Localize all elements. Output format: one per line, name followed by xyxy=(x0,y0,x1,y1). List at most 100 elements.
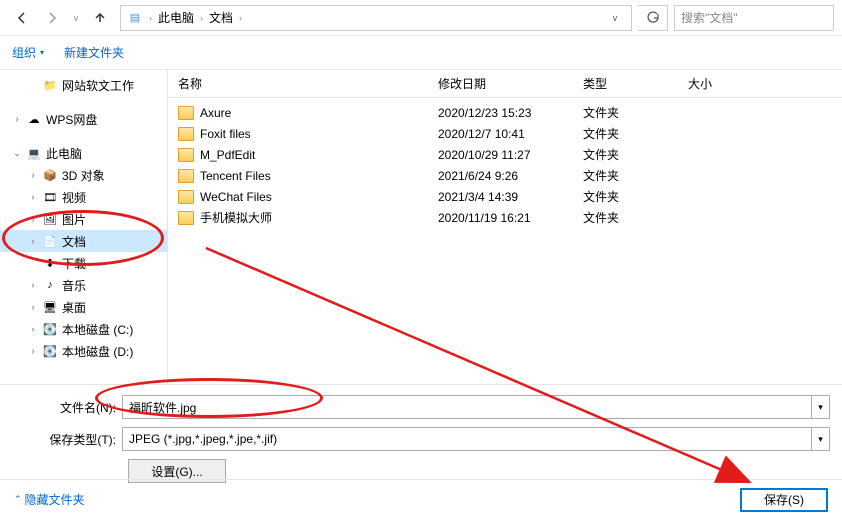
file-date: 2020/12/7 10:41 xyxy=(438,127,583,141)
expand-icon[interactable]: › xyxy=(28,302,38,312)
up-button[interactable] xyxy=(86,4,114,32)
download-icon: ⬇ xyxy=(42,256,58,270)
sidebar-item-4[interactable]: ›🎞视频 xyxy=(0,186,167,208)
expand-icon[interactable]: › xyxy=(28,346,38,356)
sidebar-item-label: 本地磁盘 (D:) xyxy=(62,343,133,360)
filename-dropdown[interactable]: ▾ xyxy=(812,395,830,419)
folder-icon xyxy=(178,190,194,204)
dialog-footer: ⌃ 隐藏文件夹 保存(S) xyxy=(0,479,842,519)
filetype-label: 保存类型(T): xyxy=(12,431,122,448)
sidebar-item-1[interactable]: ›☁WPS网盘 xyxy=(0,108,167,130)
sidebar-item-11[interactable]: › 💽 本地磁盘 (D:) xyxy=(0,340,167,362)
column-headers: 名称 修改日期 类型 大小 xyxy=(168,70,842,98)
chevron-right-icon: › xyxy=(239,13,242,23)
chevron-up-icon: ⌃ xyxy=(14,494,22,505)
sidebar-item-2[interactable]: ⌄💻此电脑 xyxy=(0,142,167,164)
command-bar: 组织 ▾ 新建文件夹 xyxy=(0,36,842,70)
doc-icon: 📄 xyxy=(42,234,58,248)
file-name: WeChat Files xyxy=(200,190,272,204)
file-type: 文件夹 xyxy=(583,104,688,121)
3d-icon: 📦 xyxy=(42,168,58,182)
refresh-button[interactable] xyxy=(638,5,668,31)
content-pane: 名称 修改日期 类型 大小 Axure2020/12/23 15:23文件夹Fo… xyxy=(168,70,842,384)
recent-dropdown[interactable]: v xyxy=(68,4,84,32)
sidebar-item-0[interactable]: 📁网站软文工作 xyxy=(0,74,167,96)
header-type[interactable]: 类型 xyxy=(583,75,688,92)
filename-input[interactable] xyxy=(122,395,812,419)
music-icon: ♪ xyxy=(42,278,58,292)
organize-menu[interactable]: 组织 ▾ xyxy=(12,44,44,61)
back-button[interactable] xyxy=(8,4,36,32)
expand-icon[interactable]: › xyxy=(12,114,22,124)
new-folder-button[interactable]: 新建文件夹 xyxy=(64,44,124,61)
expand-icon[interactable]: ⌄ xyxy=(12,148,22,158)
expand-icon[interactable]: › xyxy=(28,192,38,202)
file-type: 文件夹 xyxy=(583,188,688,205)
file-type: 文件夹 xyxy=(583,125,688,142)
file-date: 2020/12/23 15:23 xyxy=(438,106,583,120)
file-row[interactable]: M_PdfEdit 2020/10/29 11:27文件夹 xyxy=(168,144,842,165)
file-row[interactable]: Foxit files 2020/12/7 10:41文件夹 xyxy=(168,123,842,144)
forward-button[interactable] xyxy=(38,4,66,32)
search-input[interactable]: 搜索"文档" xyxy=(674,5,834,31)
sidebar-item-3[interactable]: ›📦3D 对象 xyxy=(0,164,167,186)
address-bar[interactable]: ▤ › 此电脑 › 文档 › v xyxy=(120,5,632,31)
sidebar-item-label: 音乐 xyxy=(62,277,86,294)
chevron-right-icon: › xyxy=(149,13,152,23)
disk-icon: 💽 xyxy=(42,322,58,336)
save-button[interactable]: 保存(S) xyxy=(740,488,828,512)
sidebar-item-8[interactable]: › ♪ 音乐 xyxy=(0,274,167,296)
file-date: 2020/11/19 16:21 xyxy=(438,211,583,225)
file-date: 2020/10/29 11:27 xyxy=(438,148,583,162)
file-name: M_PdfEdit xyxy=(200,148,255,162)
file-type: 文件夹 xyxy=(583,146,688,163)
file-row[interactable]: WeChat Files 2021/3/4 14:39文件夹 xyxy=(168,186,842,207)
address-dropdown[interactable]: v xyxy=(605,13,625,23)
video-icon: 🎞 xyxy=(42,190,58,204)
breadcrumb-root[interactable]: 此电脑 xyxy=(158,9,194,26)
file-row[interactable]: 手机模拟大师2020/11/19 16:21文件夹 xyxy=(168,207,842,228)
file-type: 文件夹 xyxy=(583,209,688,226)
file-name: Foxit files xyxy=(200,127,251,141)
filetype-select[interactable] xyxy=(122,427,812,451)
folder-icon xyxy=(178,148,194,162)
expand-icon[interactable]: › xyxy=(28,236,38,246)
expand-icon[interactable]: › xyxy=(28,324,38,334)
expand-icon[interactable]: › xyxy=(28,170,38,180)
expand-icon[interactable]: › xyxy=(28,280,38,290)
expand-icon[interactable] xyxy=(28,258,38,268)
expand-icon[interactable]: › xyxy=(28,214,38,224)
navigation-toolbar: v ▤ › 此电脑 › 文档 › v 搜索"文档" xyxy=(0,0,842,36)
save-form: 文件名(N): ▾ 保存类型(T): ▾ 设置(G)... xyxy=(0,384,842,491)
folder-icon xyxy=(178,127,194,141)
sidebar-item-5[interactable]: › 🖼 图片 xyxy=(0,208,167,230)
hide-folders-link[interactable]: ⌃ 隐藏文件夹 xyxy=(14,491,85,508)
main-area: 📁网站软文工作›☁WPS网盘⌄💻此电脑›📦3D 对象›🎞视频›🖼图片›📄文档⬇下… xyxy=(0,70,842,384)
file-name: Tencent Files xyxy=(200,169,271,183)
header-name[interactable]: 名称 xyxy=(178,75,438,92)
header-size[interactable]: 大小 xyxy=(688,75,748,92)
expand-icon[interactable] xyxy=(28,80,38,90)
sidebar-item-9[interactable]: › 🖥 桌面 xyxy=(0,296,167,318)
file-row[interactable]: Tencent Files2021/6/24 9:26文件夹 xyxy=(168,165,842,186)
header-date[interactable]: 修改日期 xyxy=(438,75,583,92)
folder-icon xyxy=(178,211,194,225)
breadcrumb-current[interactable]: 文档 xyxy=(209,9,233,26)
disk-icon: 💽 xyxy=(42,344,58,358)
desktop-icon: 🖥 xyxy=(42,300,58,314)
sidebar-item-label: 桌面 xyxy=(62,299,86,316)
sidebar-item-label: 此电脑 xyxy=(46,145,82,162)
filetype-dropdown[interactable]: ▾ xyxy=(812,427,830,451)
sidebar-item-label: 文档 xyxy=(62,233,86,250)
folder-icon xyxy=(178,169,194,183)
wps-icon: ☁ xyxy=(26,112,42,126)
sidebar-item-7[interactable]: ⬇下载 xyxy=(0,252,167,274)
file-row[interactable]: Axure 2020/12/23 15:23文件夹 xyxy=(168,102,842,123)
image-icon: 🖼 xyxy=(42,212,58,226)
sidebar-item-10[interactable]: ›💽本地磁盘 (C:) xyxy=(0,318,167,340)
chevron-right-icon: › xyxy=(200,13,203,23)
sidebar-item-6[interactable]: › 📄 文档 xyxy=(0,230,167,252)
file-name: Axure xyxy=(200,106,231,120)
file-date: 2021/3/4 14:39 xyxy=(438,190,583,204)
sidebar-item-label: 图片 xyxy=(62,211,86,228)
